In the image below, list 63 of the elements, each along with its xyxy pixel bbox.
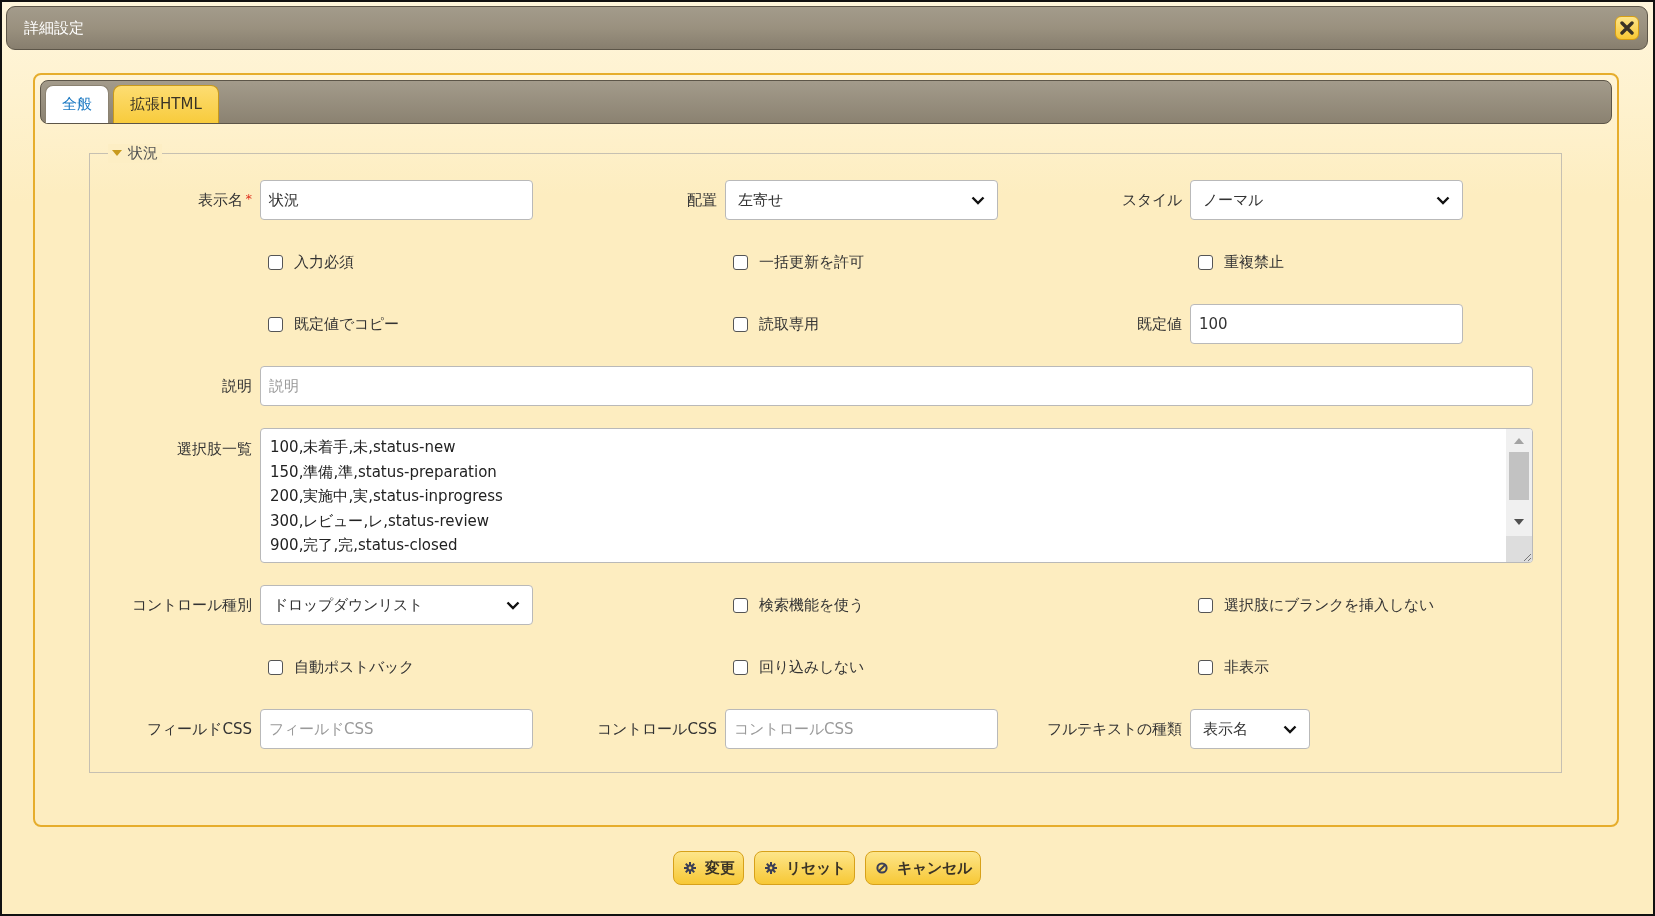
text-line: 300,レビュー,レ,status-review	[270, 510, 491, 532]
checkbox[interactable]	[268, 659, 283, 675]
prohibited-icon	[876, 862, 888, 874]
checkbox[interactable]	[268, 316, 283, 332]
input-field[interactable]: 状況	[260, 180, 533, 220]
checkbox-option[interactable]: 一括更新を許可	[725, 252, 998, 272]
chevron-down-icon	[506, 600, 520, 610]
field-label: コントロールCSS	[597, 719, 717, 739]
action-button[interactable]: キャンセル	[865, 851, 981, 885]
checkbox-option[interactable]: 読取専用	[725, 314, 998, 334]
resize-grip-icon[interactable]	[1522, 552, 1532, 562]
checkbox-option[interactable]: 既定値でコピー	[260, 314, 533, 334]
close-button[interactable]	[1615, 16, 1639, 40]
scrollbar[interactable]	[1506, 429, 1532, 562]
text-line: 900,完了,完,status-closed	[270, 535, 459, 556]
field-label: スタイル	[1122, 190, 1182, 210]
field-label: コントロール種別	[132, 595, 252, 615]
chevron-down-icon	[1436, 195, 1450, 205]
checkbox-option[interactable]: 入力必須	[260, 252, 533, 272]
gear-icon	[684, 862, 696, 874]
checkbox-option[interactable]: 重複禁止	[1190, 252, 1463, 272]
text-area[interactable]: 100,未着手,未,status-new 150,準備,準,status-preparation 200,実施中,実,status-inprogress 300,レビュー,レ,status-review 900,完了,完,status-closed	[260, 428, 1533, 563]
scroll-thumb[interactable]	[1509, 452, 1529, 500]
checkbox-option[interactable]: 検索機能を使う	[725, 595, 998, 615]
checkbox[interactable]	[733, 597, 748, 613]
checkbox[interactable]	[1198, 597, 1213, 613]
action-button[interactable]: 変更	[673, 851, 744, 885]
checkbox[interactable]	[1198, 254, 1213, 270]
text-line: 150,準備,準,status-preparation	[270, 461, 498, 483]
dropdown[interactable]: 左寄せ	[725, 180, 998, 220]
checkbox[interactable]	[268, 254, 283, 270]
required-mark: *	[245, 190, 252, 206]
close-icon	[1620, 21, 1634, 35]
checkbox[interactable]	[1198, 659, 1213, 675]
text-line: 200,実施中,実,status-inprogress	[270, 486, 504, 507]
dropdown[interactable]: ノーマル	[1190, 180, 1463, 220]
field-label: 表示名	[197, 190, 243, 210]
tab[interactable]: 拡張HTML	[113, 85, 219, 123]
checkbox-option[interactable]: 選択肢にブランクを挿入しない	[1190, 595, 1463, 615]
text-line: 100,未着手,未,status-new	[270, 437, 457, 458]
checkbox[interactable]	[733, 659, 748, 675]
field-label: 既定値	[1137, 314, 1182, 334]
section-title: 状況	[128, 144, 158, 163]
input-field[interactable]: 100	[1190, 304, 1463, 344]
field-label: 配置	[687, 190, 717, 210]
tab[interactable]: 全般	[45, 85, 109, 123]
dropdown[interactable]: 表示名	[1190, 709, 1310, 749]
field-label: フルテキストの種類	[1047, 719, 1182, 739]
chevron-down-icon	[1283, 724, 1297, 734]
checkbox-option[interactable]: 自動ポストバック	[260, 657, 533, 677]
field-label: 選択肢一覧	[177, 440, 252, 459]
checkbox[interactable]	[733, 254, 748, 270]
chevron-down-icon	[971, 195, 985, 205]
dropdown[interactable]: ドロップダウンリスト	[260, 585, 533, 625]
scroll-down-icon[interactable]	[1514, 519, 1524, 525]
checkbox-option[interactable]: 回り込みしない	[725, 657, 998, 677]
window-title: 詳細設定	[24, 18, 84, 38]
action-button[interactable]: リセット	[754, 851, 855, 885]
gear-icon	[765, 862, 777, 874]
field-label: 説明	[222, 376, 252, 396]
checkbox[interactable]	[733, 316, 748, 332]
checkbox-option[interactable]: 非表示	[1190, 657, 1463, 677]
field-label: フィールドCSS	[147, 719, 252, 739]
